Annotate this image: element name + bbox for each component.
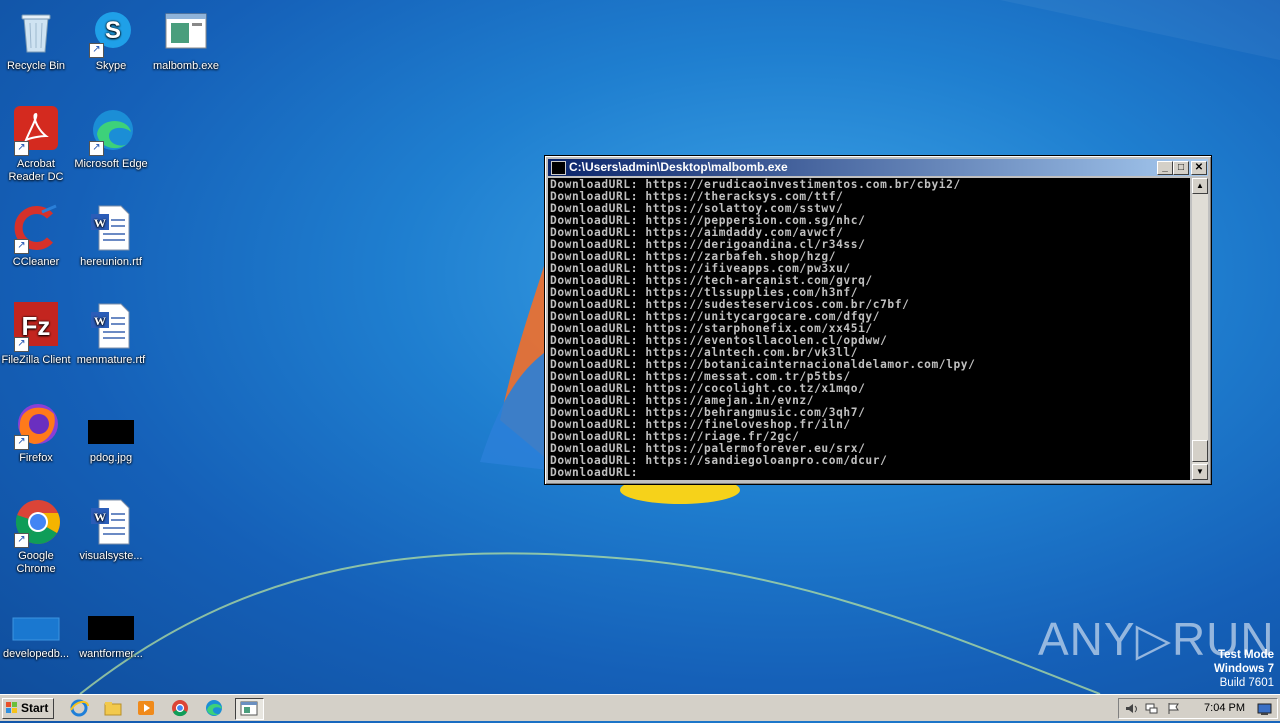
exe-icon (165, 13, 207, 49)
system-tray: 7:04 PM (1118, 698, 1278, 719)
icon-label: menmature.rtf (76, 354, 146, 366)
vertical-scrollbar[interactable]: ▲ ▼ (1192, 178, 1208, 480)
icon-label: Recycle Bin (6, 60, 66, 72)
icon-label: Firefox (19, 452, 53, 464)
shortcut-arrow-icon: ↗ (14, 337, 29, 352)
start-label: Start (21, 701, 49, 715)
icon-label: Google Chrome (16, 550, 56, 575)
word-document-icon: W (91, 303, 130, 349)
icon-label: Acrobat Reader DC (8, 158, 64, 183)
taskbar: Start 7:04 PM (0, 694, 1280, 721)
desktop-icon-acrobat[interactable]: ↗ Acrobat Reader DC (0, 106, 74, 184)
taskbar-chrome[interactable] (169, 698, 191, 718)
edge-icon (206, 700, 222, 716)
test-mode-notice: Test Mode Windows 7 Build 7601 (1214, 648, 1274, 690)
console-window[interactable]: C:\Users\admin\Desktop\malbomb.exe _ □ ✕… (544, 155, 1212, 485)
image-thumbnail-icon (88, 420, 134, 444)
ie-icon (70, 699, 89, 717)
shortcut-arrow-icon: ↗ (14, 533, 29, 548)
scroll-up-arrow-icon[interactable]: ▲ (1192, 178, 1208, 194)
icon-label: malbomb.exe (152, 60, 220, 72)
start-button[interactable]: Start (2, 698, 54, 719)
test-mode-line: Test Mode (1217, 649, 1274, 661)
icon-label: FileZilla Client (1, 354, 71, 366)
taskbar-console[interactable] (235, 698, 264, 720)
chrome-icon (172, 700, 188, 717)
shortcut-arrow-icon: ↗ (14, 239, 29, 254)
clock[interactable]: 7:04 PM (1204, 701, 1245, 715)
taskbar-edge[interactable] (203, 698, 225, 718)
console-output-area[interactable]: DownloadURL: https://erudicaoinvestiment… (548, 178, 1190, 480)
desktop-icon-edge[interactable]: ↗ Microsoft Edge (73, 106, 149, 171)
taskbar-ie[interactable] (68, 698, 90, 718)
speaker-icon[interactable] (1125, 702, 1138, 715)
desktop-icon-malbomb[interactable]: malbomb.exe (148, 8, 224, 73)
console-output-text: DownloadURL: https://erudicaoinvestiment… (550, 178, 976, 479)
build-line: Build 7601 (1219, 677, 1274, 689)
icon-label: visualsyste... (79, 550, 143, 562)
desktop-icon-developedb[interactable]: developedb... (0, 596, 74, 661)
desktop-icon-ccleaner[interactable]: ↗ CCleaner (0, 204, 74, 269)
svg-text:W: W (94, 216, 106, 230)
scrollbar-thumb[interactable] (1192, 440, 1208, 462)
media-player-icon (138, 701, 154, 715)
flag-icon[interactable] (1167, 702, 1180, 715)
desktop-icon-chrome[interactable]: ↗ Google Chrome (0, 498, 74, 576)
icon-label: wantformer... (79, 648, 143, 660)
show-desktop-icon[interactable] (1257, 702, 1272, 715)
windows-flag-icon (6, 702, 17, 713)
desktop-icon-skype[interactable]: S ↗ Skype (73, 8, 149, 73)
taskbar-explorer[interactable] (102, 698, 124, 718)
icon-label: Microsoft Edge (74, 158, 148, 170)
desktop-icon-recycle-bin[interactable]: Recycle Bin (0, 8, 74, 73)
scroll-down-arrow-icon[interactable]: ▼ (1192, 464, 1208, 480)
recycle-bin-icon (21, 14, 51, 53)
maximize-button[interactable]: □ (1173, 161, 1189, 175)
desktop-icon-firefox[interactable]: ↗ Firefox (0, 400, 74, 465)
icon-label: CCleaner (12, 256, 60, 268)
minimize-button[interactable]: _ (1157, 161, 1173, 175)
shortcut-arrow-icon: ↗ (14, 435, 29, 450)
icon-label: hereunion.rtf (80, 256, 142, 268)
taskbar-media-player[interactable] (135, 698, 157, 718)
word-document-icon: W (91, 499, 130, 545)
desktop-icon-menmature[interactable]: W menmature.rtf (73, 302, 149, 367)
console-icon (240, 701, 258, 716)
word-document-icon: W (91, 205, 130, 251)
svg-text:W: W (94, 510, 106, 524)
image-thumbnail-icon (88, 616, 134, 640)
icon-label: pdog.jpg (89, 452, 133, 464)
file-icon (12, 617, 60, 641)
shortcut-arrow-icon: ↗ (89, 141, 104, 156)
icon-label: developedb... (2, 648, 70, 660)
console-icon (551, 161, 566, 175)
desktop-icon-visualsyste[interactable]: W visualsyste... (73, 498, 149, 563)
svg-text:W: W (94, 314, 106, 328)
close-button[interactable]: ✕ (1191, 161, 1207, 175)
desktop-icon-wantformer[interactable]: wantformer... (73, 596, 149, 661)
desktop-icon-pdog[interactable]: pdog.jpg (73, 400, 149, 465)
shortcut-arrow-icon: ↗ (89, 43, 104, 58)
window-title: C:\Users\admin\Desktop\malbomb.exe (569, 160, 788, 174)
svg-text:S: S (105, 17, 121, 44)
desktop-icon-hereunion[interactable]: W hereunion.rtf (73, 204, 149, 269)
os-name-line: Windows 7 (1214, 663, 1274, 675)
window-titlebar[interactable]: C:\Users\admin\Desktop\malbomb.exe _ □ ✕ (548, 159, 1208, 176)
explorer-icon (104, 702, 122, 716)
desktop-icon-filezilla[interactable]: Fz ↗ FileZilla Client (0, 302, 74, 367)
shortcut-arrow-icon: ↗ (14, 141, 29, 156)
icon-label: Skype (95, 60, 127, 72)
network-icon[interactable] (1145, 702, 1158, 715)
